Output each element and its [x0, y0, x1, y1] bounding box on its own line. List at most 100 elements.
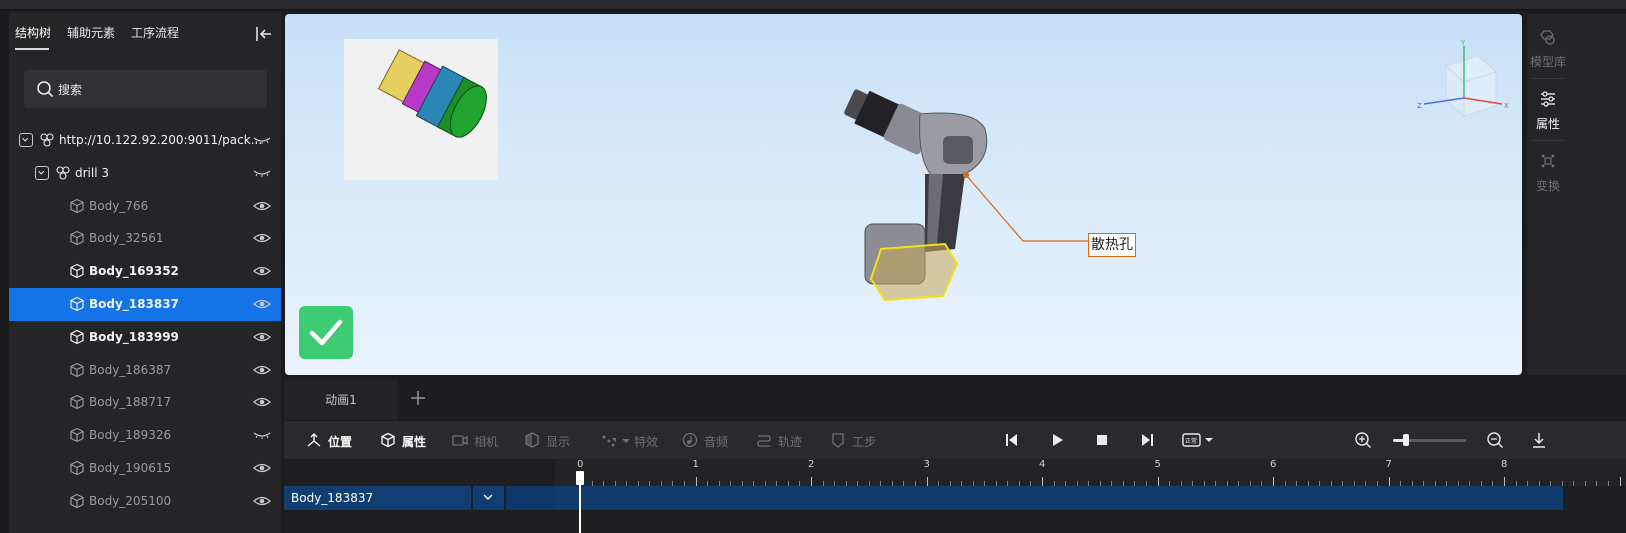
- tool-effects-button: 特效: [600, 432, 660, 450]
- eye-icon[interactable]: [253, 363, 271, 377]
- body-cube-icon: [70, 460, 84, 476]
- tool-label: 显示: [546, 435, 571, 449]
- left-panel: 结构树 辅助元素 工序流程 搜索 http://10.122.92.200:90…: [9, 12, 281, 533]
- tree-node-label: drill 3: [75, 165, 110, 180]
- top-strip: [0, 0, 1626, 10]
- divider: [1533, 78, 1563, 79]
- eye-icon[interactable]: [253, 264, 271, 278]
- ruler-tick-label: 3: [923, 459, 930, 470]
- eye-icon[interactable]: [253, 461, 271, 475]
- tree-node-label: Body_32561: [89, 231, 164, 246]
- track-name[interactable]: Body_183837: [284, 486, 471, 510]
- add-animation-icon[interactable]: [408, 388, 428, 408]
- tool-label: 特效: [634, 435, 659, 449]
- collapse-panel-icon[interactable]: [253, 24, 273, 44]
- eye-icon[interactable]: [253, 231, 271, 245]
- tree-body-node[interactable]: Body_183837: [9, 288, 281, 321]
- chevron-down-icon: [622, 439, 630, 443]
- model-library-icon: [1540, 30, 1555, 45]
- tree-body-node[interactable]: Body_205100: [9, 485, 281, 518]
- expand-toggle[interactable]: [19, 133, 33, 147]
- properties-label: 属性: [1535, 117, 1560, 131]
- tree-body-node[interactable]: Body_169352: [9, 255, 281, 288]
- tab-structure-tree[interactable]: 结构树: [15, 24, 51, 41]
- ruler-tick-label: 5: [1154, 459, 1161, 470]
- confirm-check-icon[interactable]: [299, 306, 353, 359]
- step-back-icon[interactable]: [1003, 431, 1021, 449]
- tool-cube-button[interactable]: 属性: [380, 432, 434, 450]
- tree-body-node[interactable]: Body_186387: [9, 354, 281, 387]
- ruler-major-tick: [926, 477, 928, 486]
- play-icon[interactable]: [1048, 431, 1066, 449]
- transform-button[interactable]: 变换: [1527, 144, 1569, 200]
- eye-icon[interactable]: [253, 297, 271, 311]
- tool-display-button: 显示: [524, 432, 578, 450]
- tool-position-button[interactable]: 位置: [306, 432, 360, 450]
- body-cube-icon: [70, 493, 84, 508]
- tree-node-label: Body_188717: [89, 395, 172, 410]
- playhead[interactable]: [579, 471, 581, 533]
- expand-toggle[interactable]: [35, 165, 49, 180]
- tool-trajectory-button: 轨迹: [756, 432, 810, 450]
- time-ruler[interactable]: 0 1 2 3 4 5 6 7 8: [555, 459, 1626, 486]
- stop-icon[interactable]: [1093, 431, 1111, 449]
- active-tab-underline: [15, 48, 49, 50]
- tree-assembly-node[interactable]: drill 3: [9, 157, 281, 190]
- step-icon: [832, 433, 844, 448]
- properties-button[interactable]: 属性: [1527, 82, 1569, 138]
- eye-closed-icon[interactable]: [253, 428, 271, 442]
- zoom-slider-handle[interactable]: [1402, 434, 1409, 446]
- ruler-major-tick: [1042, 477, 1043, 486]
- zoom-out-icon[interactable]: [1486, 431, 1504, 449]
- tree-body-node[interactable]: Body_188717: [9, 386, 281, 419]
- tree-assembly-node[interactable]: http://10.122.92.200:9011/pack...: [9, 124, 281, 157]
- gizmo-axis-z: Z: [1417, 102, 1422, 110]
- download-icon[interactable]: [1530, 431, 1548, 449]
- tree-body-node[interactable]: Body_183999: [9, 321, 281, 354]
- tree-node-label: Body_183837: [89, 297, 179, 311]
- tool-label: 工步: [852, 435, 877, 449]
- track-row[interactable]: Body_183837: [284, 486, 1626, 510]
- tree-node-label: Body_766: [89, 198, 149, 213]
- zoom-in-icon[interactable]: [1354, 431, 1372, 449]
- tool-camera-button: 相机: [452, 432, 506, 450]
- search-box[interactable]: 搜索: [24, 70, 267, 108]
- track-keyframe-bar[interactable]: [555, 486, 1563, 510]
- effects-icon: [602, 435, 616, 447]
- track-dropdown[interactable]: [473, 486, 504, 510]
- eye-icon[interactable]: [253, 199, 271, 213]
- ruler-major-tick: [695, 477, 697, 486]
- eye-closed-icon[interactable]: [253, 133, 271, 147]
- tree-body-node[interactable]: Body_190615: [9, 452, 281, 485]
- ruler-tick-label: 1: [692, 459, 699, 470]
- body-cube-icon: [70, 395, 84, 410]
- model-library-button[interactable]: 模型库: [1527, 20, 1569, 76]
- tree-body-node[interactable]: Body_32561: [9, 222, 281, 255]
- eye-icon[interactable]: [253, 330, 271, 344]
- tab-auxiliary-elements[interactable]: 辅助元素: [67, 24, 115, 41]
- playback-speed-dropdown[interactable]: 正常: [1181, 430, 1215, 450]
- tree-node-label: Body_189326: [89, 428, 172, 443]
- body-cube-icon: [70, 231, 84, 246]
- ruler-tick-label: 4: [1039, 459, 1046, 470]
- view-cube-gizmo[interactable]: Y X Z: [1416, 36, 1512, 132]
- step-forward-icon[interactable]: [1138, 431, 1156, 449]
- tab-animation-1[interactable]: 动画1: [284, 380, 398, 420]
- ruler-tick-label: 8: [1501, 459, 1508, 470]
- tool-label: 音频: [704, 435, 729, 449]
- 3d-viewport[interactable]: 散热孔 Y X Z: [285, 14, 1522, 375]
- annotation-label[interactable]: 散热孔: [1088, 233, 1136, 257]
- tree-body-node[interactable]: Body_189326: [9, 419, 281, 452]
- tree-node-label: Body_205100: [89, 493, 172, 508]
- eye-icon[interactable]: [253, 494, 271, 508]
- tree-body-node[interactable]: Body_766: [9, 190, 281, 223]
- tab-process-flow[interactable]: 工序流程: [131, 24, 179, 41]
- assembly-icon: [56, 166, 70, 180]
- eye-icon[interactable]: [253, 395, 271, 409]
- assembly-icon: [40, 133, 54, 147]
- transform-label: 变换: [1535, 179, 1560, 193]
- eye-closed-icon[interactable]: [253, 166, 271, 180]
- body-cube-icon: [70, 296, 84, 312]
- tree-node-label: Body_186387: [89, 362, 172, 377]
- search-input[interactable]: 搜索: [58, 81, 82, 98]
